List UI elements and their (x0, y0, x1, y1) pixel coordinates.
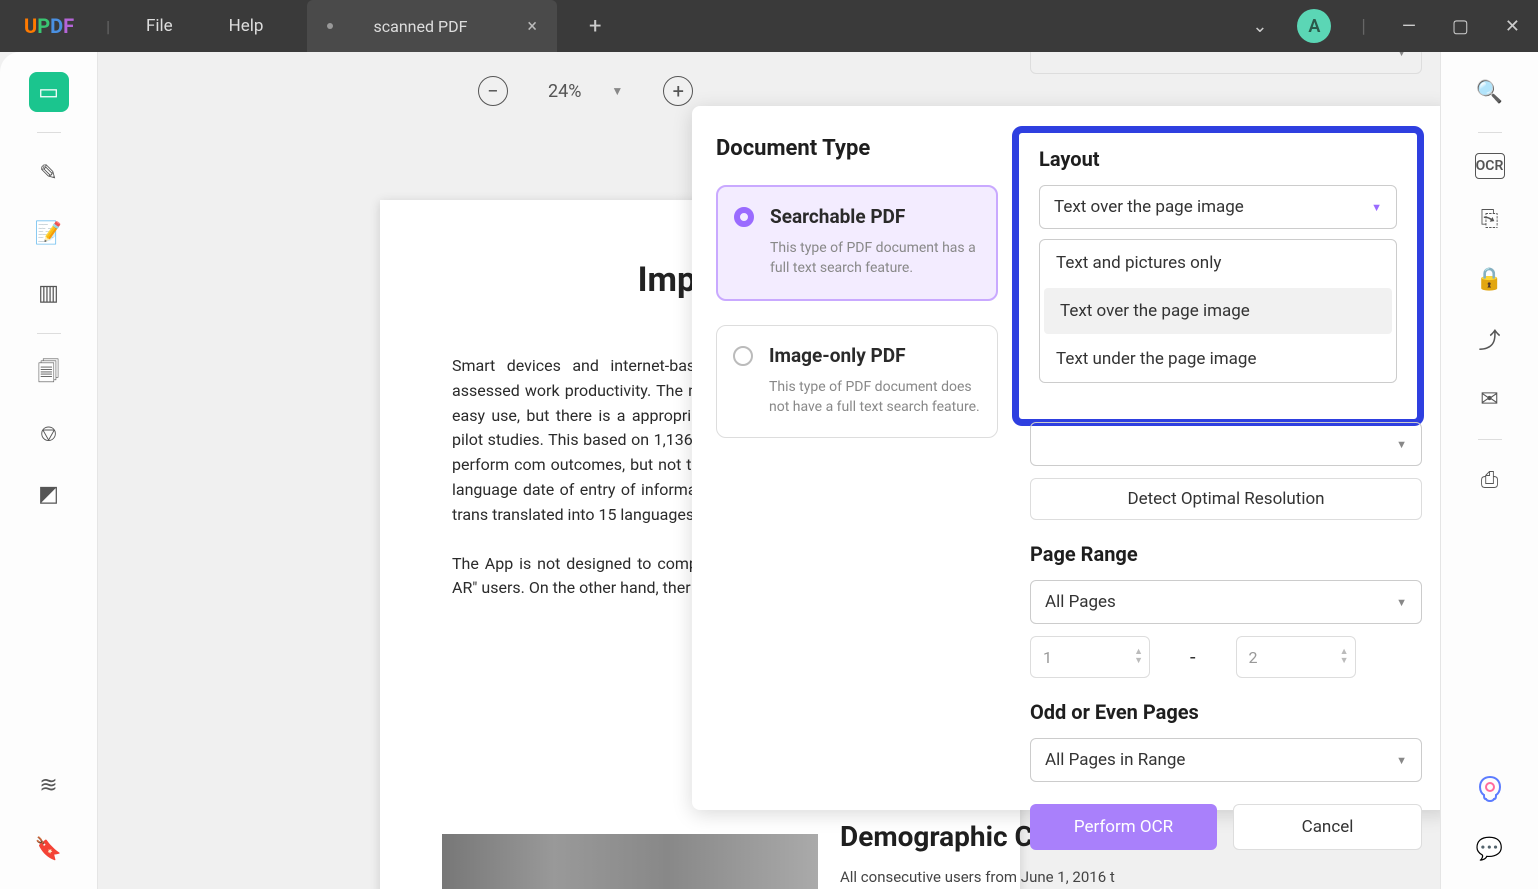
menu-file[interactable]: File (118, 16, 201, 36)
select-value: Text over the page image (1054, 197, 1244, 217)
doc-type-desc: This type of PDF document does not have … (769, 377, 981, 418)
pages-tool-icon[interactable]: ▥ (29, 273, 69, 313)
doc-type-title: Image-only PDF (769, 344, 981, 367)
reader-tool-icon[interactable]: ▭ (29, 72, 69, 112)
chevron-down-icon: ▼ (1396, 52, 1407, 59)
redact-tool-icon[interactable]: ◩ (29, 474, 69, 514)
document-viewport: − 24% ▼ + Improve Smart devices and inte… (98, 52, 1440, 889)
step-down-icon[interactable]: ▼ (1134, 657, 1143, 666)
layout-title: Layout (1039, 147, 1397, 171)
highlight-tool-icon[interactable]: ✎ (29, 153, 69, 193)
resolution-select-partial[interactable]: ▼ (1030, 422, 1422, 466)
zoom-out-button[interactable]: − (478, 76, 508, 106)
zoom-value: 24% (548, 81, 581, 102)
chevron-down-icon: ▼ (1396, 596, 1407, 609)
zoom-level[interactable]: 24% ▼ (548, 81, 623, 102)
page-range-title: Page Range (1030, 542, 1422, 566)
separator: | (1343, 16, 1383, 37)
detect-resolution-button[interactable]: Detect Optimal Resolution (1030, 478, 1422, 520)
ai-assistant-icon[interactable] (1474, 773, 1506, 805)
maximize-icon[interactable]: ▢ (1434, 16, 1487, 37)
layout-option[interactable]: Text over the page image (1044, 288, 1392, 334)
odd-even-title: Odd or Even Pages (1030, 700, 1422, 724)
zoom-in-button[interactable]: + (663, 76, 693, 106)
ocr-dialog: Document Type Searchable PDF This type o… (692, 106, 1440, 810)
titlebar: UPDF | File Help scanned PDF × + ⌄ A | ―… (0, 0, 1538, 52)
layers-icon[interactable]: ≋ (29, 765, 69, 805)
doc-type-image-only[interactable]: Image-only PDF This type of PDF document… (716, 325, 998, 439)
layout-select[interactable]: Text over the page image ▼ (1039, 185, 1397, 229)
user-avatar[interactable]: A (1297, 9, 1331, 43)
chevron-down-icon: ▼ (1396, 754, 1407, 767)
edit-tool-icon[interactable]: 📝 (29, 213, 69, 253)
close-window-icon[interactable]: ✕ (1487, 16, 1538, 37)
perform-ocr-button[interactable]: Perform OCR (1030, 804, 1217, 850)
separator (37, 333, 61, 334)
comment-icon[interactable]: 💬 (1470, 829, 1510, 869)
layout-option[interactable]: Text and pictures only (1040, 240, 1396, 286)
select-value: All Pages (1045, 592, 1116, 612)
minimize-icon[interactable]: ― (1384, 16, 1434, 37)
document-type-title: Document Type (716, 136, 998, 161)
organize-tool-icon[interactable]: 🗐 (29, 354, 69, 394)
tab-indicator-icon (327, 23, 333, 29)
app-logo: UPDF (0, 14, 98, 38)
menu-help[interactable]: Help (201, 16, 292, 36)
radio-icon (734, 207, 754, 227)
layout-highlight: Layout Text over the page image ▼ Text a… (1012, 126, 1424, 426)
doc-type-title: Searchable PDF (770, 205, 980, 228)
chevron-down-icon: ▼ (611, 84, 623, 98)
doc-type-desc: This type of PDF document has a full tex… (770, 238, 980, 279)
radio-icon (733, 346, 753, 366)
document-tab[interactable]: scanned PDF × (307, 0, 557, 52)
new-tab-button[interactable]: + (577, 14, 613, 39)
close-tab-icon[interactable]: × (527, 16, 537, 37)
convert-icon[interactable]: ⎘ (1470, 199, 1510, 239)
separator (37, 132, 61, 133)
select-value: All Pages in Range (1045, 750, 1185, 770)
separator: | (98, 17, 118, 36)
save-icon[interactable]: ⎙ (1470, 460, 1510, 500)
page-image (442, 834, 818, 889)
separator (1478, 132, 1502, 133)
language-select-partial[interactable]: ▼ (1030, 52, 1422, 74)
layout-dropdown: Text and pictures only Text over the pag… (1039, 239, 1397, 383)
chevron-down-icon: ▼ (1371, 201, 1382, 214)
separator (1478, 439, 1502, 440)
left-toolbar: ▭ ✎ 📝 ▥ 🗐 ⎊ ◩ ≋ 🔖 (0, 52, 98, 889)
bookmark-icon[interactable]: 🔖 (29, 829, 69, 869)
step-down-icon[interactable]: ▼ (1340, 657, 1349, 666)
odd-even-select[interactable]: All Pages in Range ▼ (1030, 738, 1422, 782)
ocr-icon[interactable]: OCR (1475, 153, 1505, 179)
page-to-input[interactable]: 2 ▲▼ (1236, 636, 1356, 678)
search-icon[interactable]: 🔍 (1470, 72, 1510, 112)
page-range-select[interactable]: All Pages ▼ (1030, 580, 1422, 624)
tab-title: scanned PDF (373, 17, 467, 36)
page-from-input[interactable]: 1 ▲▼ (1030, 636, 1150, 678)
chevron-down-icon: ▼ (1396, 438, 1407, 451)
protect-icon[interactable]: 🔒 (1470, 259, 1510, 299)
share-icon[interactable]: ⤴ (1470, 319, 1510, 359)
range-dash: - (1190, 645, 1196, 669)
doc-type-searchable[interactable]: Searchable PDF This type of PDF document… (716, 185, 998, 301)
cancel-button[interactable]: Cancel (1233, 804, 1422, 850)
input-value: 1 (1043, 648, 1052, 667)
mail-icon[interactable]: ✉ (1470, 379, 1510, 419)
crop-tool-icon[interactable]: ⎊ (29, 414, 69, 454)
input-value: 2 (1249, 648, 1258, 667)
layout-option[interactable]: Text under the page image (1040, 336, 1396, 382)
section-text: All consecutive users from June 1, 2016 … (840, 868, 1115, 886)
right-toolbar: 🔍 OCR ⎘ 🔒 ⤴ ✉ ⎙ 💬 (1440, 52, 1538, 889)
chevron-down-icon[interactable]: ⌄ (1234, 16, 1285, 37)
